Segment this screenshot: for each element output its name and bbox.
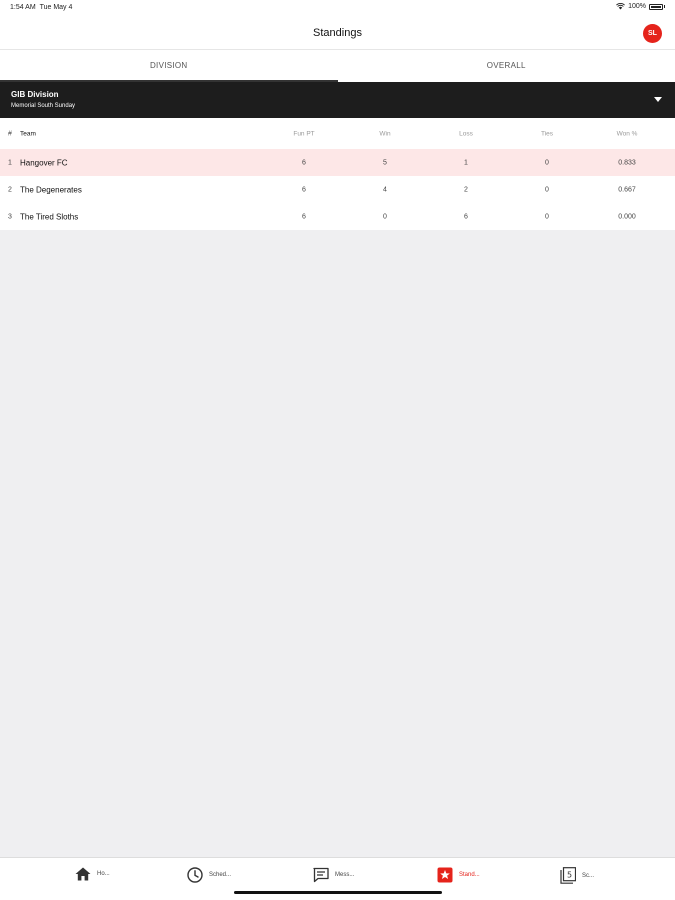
tab-home[interactable]: Ho... bbox=[75, 867, 110, 881]
scores-icon: 5 bbox=[560, 867, 576, 884]
row-loss: 1 bbox=[464, 159, 468, 166]
message-icon bbox=[313, 867, 329, 883]
row-loss: 2 bbox=[464, 186, 468, 193]
row-win: 5 bbox=[383, 159, 387, 166]
page-title: Standings bbox=[313, 27, 362, 39]
division-subtitle: Memorial South Sunday bbox=[11, 103, 76, 109]
division-name: GIB Division bbox=[11, 90, 59, 99]
wifi-icon bbox=[616, 3, 626, 10]
row-won-pct: 0.667 bbox=[618, 186, 636, 193]
row-rank: 3 bbox=[8, 213, 12, 220]
battery-icon bbox=[649, 3, 663, 10]
header-rank: # bbox=[8, 130, 12, 137]
header-fun-pt: Fun PT bbox=[293, 130, 315, 137]
row-win: 0 bbox=[383, 213, 387, 220]
division-selector[interactable]: GIB Division Memorial South Sunday bbox=[0, 82, 675, 118]
standings-table: # Team Fun PT Win Loss Ties Won % 1 Hang… bbox=[0, 118, 675, 230]
tab-overall[interactable]: OVERALL bbox=[338, 50, 675, 82]
status-bar: 1:54 AM Tue May 4 100% bbox=[0, 0, 675, 16]
nav-bar: Standings SL bbox=[0, 16, 675, 50]
battery-percent: 100% bbox=[628, 3, 646, 10]
header-team: Team bbox=[20, 130, 36, 137]
tab-standings[interactable]: Stand... bbox=[437, 867, 480, 883]
row-fun-pt: 6 bbox=[302, 213, 306, 220]
clock-icon bbox=[187, 867, 203, 883]
table-row[interactable]: 1 Hangover FC 6 5 1 0 0.833 bbox=[0, 149, 675, 176]
row-rank: 2 bbox=[8, 186, 12, 193]
table-header: # Team Fun PT Win Loss Ties Won % bbox=[0, 118, 675, 149]
home-indicator bbox=[234, 891, 442, 894]
header-loss: Loss bbox=[459, 130, 473, 137]
tab-standings-label: Stand... bbox=[459, 872, 480, 878]
table-row[interactable]: 2 The Degenerates 6 4 2 0 0.667 bbox=[0, 176, 675, 203]
home-icon bbox=[75, 867, 91, 881]
svg-text:5: 5 bbox=[567, 871, 572, 880]
tab-schedule[interactable]: Sched... bbox=[187, 867, 231, 883]
row-loss: 6 bbox=[464, 213, 468, 220]
tab-division[interactable]: DIVISION bbox=[0, 50, 338, 82]
star-icon bbox=[437, 867, 453, 883]
row-team: Hangover FC bbox=[20, 158, 68, 167]
row-won-pct: 0.000 bbox=[618, 213, 636, 220]
bottom-tab-bar: Ho... Sched... Mess... Stand... 5 Sc... bbox=[0, 857, 675, 900]
row-fun-pt: 6 bbox=[302, 186, 306, 193]
caret-down-icon[interactable] bbox=[654, 97, 662, 102]
row-team: The Degenerates bbox=[20, 185, 82, 194]
tab-scores[interactable]: 5 Sc... bbox=[560, 867, 594, 884]
row-rank: 1 bbox=[8, 159, 12, 166]
header-won-pct: Won % bbox=[616, 130, 638, 137]
tab-home-label: Ho... bbox=[97, 871, 110, 877]
segment-tabs: DIVISION OVERALL bbox=[0, 50, 675, 82]
header-ties: Ties bbox=[540, 130, 554, 137]
tab-messages-label: Mess... bbox=[335, 872, 355, 878]
tab-scores-label: Sc... bbox=[582, 872, 595, 879]
row-ties: 0 bbox=[545, 186, 549, 193]
row-ties: 0 bbox=[545, 159, 549, 166]
header-win: Win bbox=[379, 130, 391, 137]
tab-messages[interactable]: Mess... bbox=[313, 867, 354, 883]
row-fun-pt: 6 bbox=[302, 159, 306, 166]
avatar[interactable]: SL bbox=[643, 24, 662, 43]
row-won-pct: 0.833 bbox=[618, 159, 636, 166]
row-team: The Tired Sloths bbox=[20, 212, 79, 221]
tab-schedule-label: Sched... bbox=[209, 872, 232, 878]
row-win: 4 bbox=[383, 186, 387, 193]
row-ties: 0 bbox=[545, 213, 549, 220]
status-time: 1:54 AM Tue May 4 bbox=[10, 4, 73, 11]
table-row[interactable]: 3 The Tired Sloths 6 0 6 0 0.000 bbox=[0, 203, 675, 230]
status-right: 100% bbox=[616, 3, 665, 10]
